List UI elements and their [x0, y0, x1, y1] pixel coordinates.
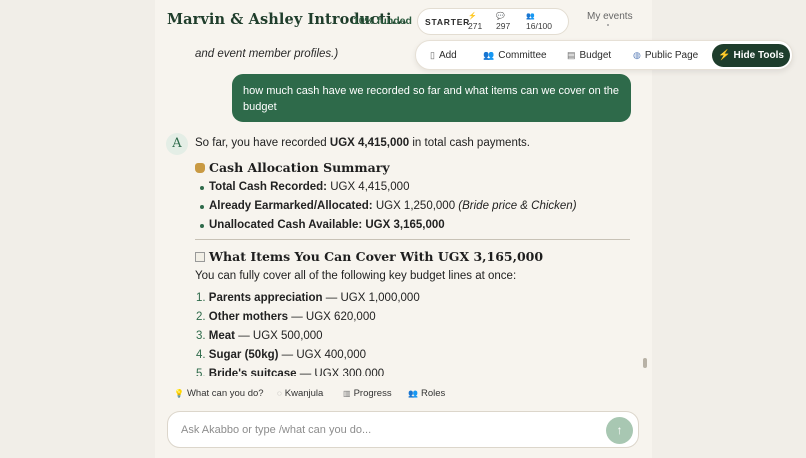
committee-button[interactable]: 👥 Committee [483, 41, 547, 69]
quick-action-what-can-you-do[interactable]: 💡 What can you do? [174, 388, 264, 399]
list-item: 1. Parents appreciation — UGX 1,000,000 [196, 292, 420, 304]
bullet-dot [200, 224, 204, 228]
add-button[interactable]: ▯ Add [430, 41, 457, 69]
chat-input[interactable]: Ask Akabbo or type /what can you do... ↑ [167, 411, 639, 448]
stat-members: 👥 16/100 [526, 13, 552, 31]
stat-messages: 💬 297 [496, 13, 511, 31]
plan-stats-pill[interactable]: STARTER ⚡ 271 💬 297 👥 16/100 [417, 8, 569, 35]
bolt-icon: ⚡ [468, 13, 477, 20]
globe-icon: ◍ [633, 50, 641, 60]
people-icon: 👥 [408, 389, 418, 398]
ledger-icon: ▤ [567, 50, 576, 60]
summary-item: Already Earmarked/Allocated: UGX 1,250,0… [209, 200, 577, 212]
budget-button[interactable]: ▤ Budget [567, 41, 611, 69]
funded-badge: 10% funded [353, 15, 412, 27]
cover-intro: You can fully cover all of the following… [195, 270, 517, 282]
bolt-icon: ⚡ [718, 50, 731, 61]
chart-icon: ▥ [343, 389, 351, 398]
quick-action-kwanjula[interactable]: ◌ Kwanjula [277, 388, 323, 399]
tools-toolbar: ▯ Add 👥 Committee ▤ Budget ◍ Public Page ⚡ Hi… [415, 40, 793, 70]
bullet-dot [200, 186, 204, 190]
ring-icon: ◌ [277, 389, 282, 398]
send-button[interactable]: ↑ [606, 417, 633, 444]
hide-tools-button[interactable]: ⚡ Hide Tools [712, 44, 790, 67]
people-icon: 👥 [483, 50, 495, 60]
answer-intro: So far, you have recorded UGX 4,415,000 … [195, 137, 530, 149]
total-cash-amount: UGX 4,415,000 [329, 137, 410, 149]
list-item: 4. Sugar (50kg) — UGX 400,000 [196, 349, 367, 361]
my-events-indicator [607, 24, 609, 26]
money-bag-icon [195, 163, 205, 173]
previous-message-tail: and event member profiles.) [195, 48, 339, 60]
summary-item: Unallocated Cash Available: UGX 3,165,00… [209, 219, 445, 231]
people-icon: 👥 [526, 13, 535, 20]
cover-heading: What Items You Can Cover With UGX 3,165,… [195, 249, 543, 264]
section-divider [195, 239, 630, 240]
left-margin [0, 0, 155, 458]
user-message: how much cash have we recorded so far an… [232, 74, 631, 122]
public-page-button[interactable]: ◍ Public Page [633, 41, 698, 69]
list-item: 2. Other mothers — UGX 620,000 [196, 311, 376, 323]
stat-credits: ⚡ 271 [468, 13, 483, 31]
quick-action-roles[interactable]: 👥 Roles [408, 388, 445, 399]
chat-icon: 💬 [496, 13, 505, 20]
memo-icon [195, 252, 205, 262]
clipboard-icon: ▯ [430, 50, 435, 60]
bulb-icon: 💡 [174, 389, 184, 398]
quick-action-progress[interactable]: ▥ Progress [343, 388, 392, 399]
list-item: 3. Meat — UGX 500,000 [196, 330, 323, 342]
arrow-up-icon: ↑ [616, 423, 623, 437]
assistant-avatar: A [166, 133, 188, 155]
bullet-dot [200, 205, 204, 209]
plan-tier: STARTER [425, 17, 471, 27]
my-events-link[interactable]: My events [587, 11, 633, 22]
scrollbar-thumb[interactable] [643, 358, 647, 368]
summary-heading: Cash Allocation Summary [195, 160, 390, 175]
chat-input-placeholder: Ask Akabbo or type /what can you do... [181, 424, 372, 436]
summary-item: Total Cash Recorded: UGX 4,415,000 [209, 181, 410, 193]
